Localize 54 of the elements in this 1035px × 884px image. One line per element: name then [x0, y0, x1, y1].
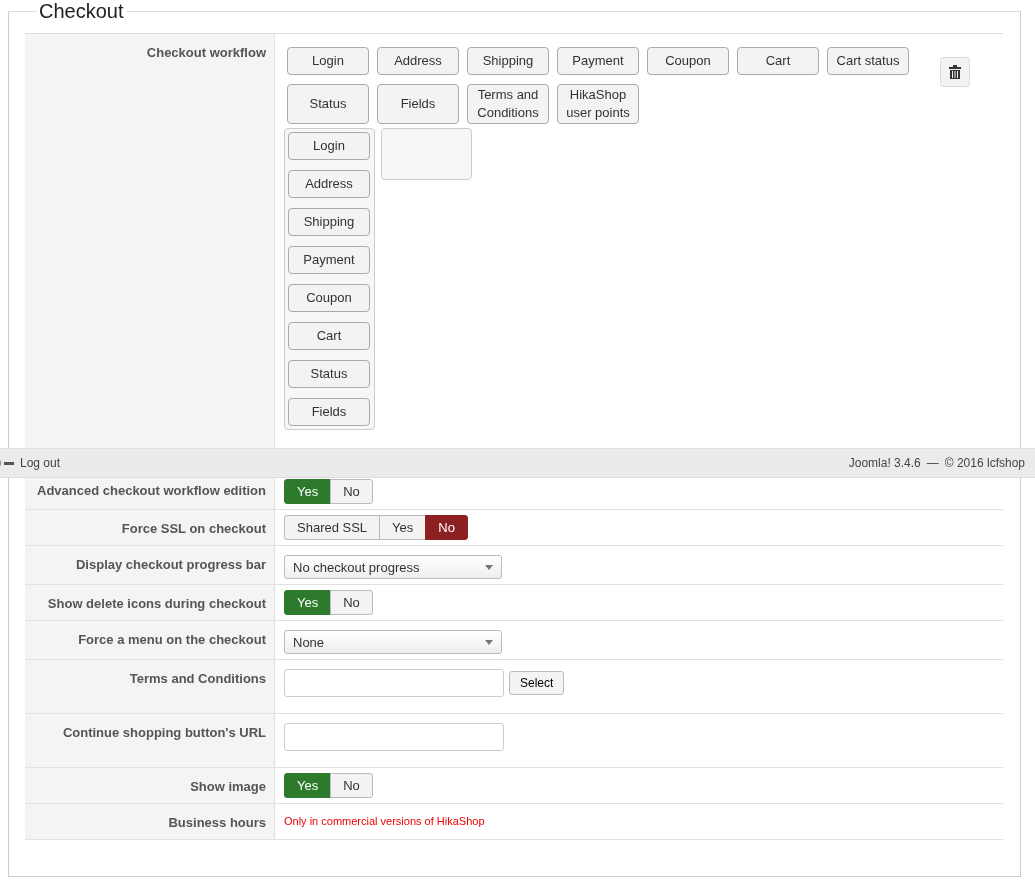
input-field[interactable]	[284, 723, 504, 751]
field-label: Terms and Conditions	[129, 671, 266, 686]
workflow-step-button[interactable]: Payment	[557, 47, 639, 75]
field-label: Continue shopping button's URL	[62, 725, 266, 740]
section-title: Checkout	[38, 0, 125, 23]
select-button[interactable]: Select	[509, 671, 565, 695]
workflow-step-button[interactable]: Address	[377, 47, 459, 75]
workflow-step-button[interactable]: Login	[287, 47, 369, 75]
dropdown[interactable]: No checkout progress	[284, 555, 502, 579]
copyright-text: © 2016 lcfshop	[944, 456, 1025, 470]
caret-icon	[485, 564, 493, 570]
workflow-step-button[interactable]: Shipping	[288, 208, 370, 236]
dropdown[interactable]: None	[284, 630, 502, 654]
caret-icon	[485, 639, 493, 645]
workflow-step-button[interactable]: Payment	[288, 246, 370, 274]
workflow-step-button[interactable]: Coupon	[647, 47, 729, 75]
workflow-step-button[interactable]: Cart	[737, 47, 819, 75]
minus-icon	[0, 458, 14, 468]
field-label: Show image	[190, 779, 266, 794]
field-label: Business hours	[168, 815, 266, 830]
trash-button[interactable]	[940, 57, 970, 87]
workflow-step-button[interactable]: Address	[288, 170, 370, 198]
field-label: Checkout workflow	[146, 45, 266, 60]
workflow-step-button[interactable]: Login	[288, 132, 370, 160]
toggle-option[interactable]: No	[330, 590, 373, 615]
toggle-option[interactable]: No	[330, 479, 373, 504]
field-label: Display checkout progress bar	[76, 557, 266, 572]
workflow-step-button[interactable]: Fields	[288, 398, 370, 426]
toggle-option[interactable]: Yes	[379, 515, 427, 540]
separator-text: —	[926, 456, 939, 470]
logout-link[interactable]: Log out	[20, 456, 61, 470]
notice-text: Only in commercial versions of HikaShop	[284, 815, 485, 827]
trash-icon	[949, 65, 961, 79]
workflow-step-button[interactable]: Fields	[377, 84, 459, 124]
input-field[interactable]	[284, 669, 504, 697]
toggle-option[interactable]: Yes	[284, 773, 332, 798]
toggle-option[interactable]: Shared SSL	[284, 515, 381, 540]
toggle-option[interactable]: Yes	[284, 479, 332, 504]
workflow-step-button[interactable]: Coupon	[288, 284, 370, 312]
workflow-step-button[interactable]: Cart	[288, 322, 370, 350]
version-text: Joomla! 3.4.6	[848, 456, 921, 470]
workflow-step-button[interactable]: HikaShop user points	[557, 84, 639, 124]
workflow-step-button[interactable]: Status	[288, 360, 370, 388]
toggle-option[interactable]: No	[330, 773, 373, 798]
workflow-step-button[interactable]: Terms and Conditions	[467, 84, 549, 124]
field-label: Force SSL on checkout	[121, 521, 266, 536]
toggle-option[interactable]: Yes	[284, 590, 332, 615]
toggle-option[interactable]: No	[425, 515, 468, 540]
workflow-step-button[interactable]: Status	[287, 84, 369, 124]
field-label: Force a menu on the checkout	[78, 632, 266, 647]
field-label: Show delete icons during checkout	[47, 596, 266, 611]
field-label: Advanced checkout workflow edition	[37, 483, 266, 498]
workflow-step-button[interactable]: Shipping	[467, 47, 549, 75]
workflow-step-button[interactable]: Cart status	[827, 47, 909, 75]
